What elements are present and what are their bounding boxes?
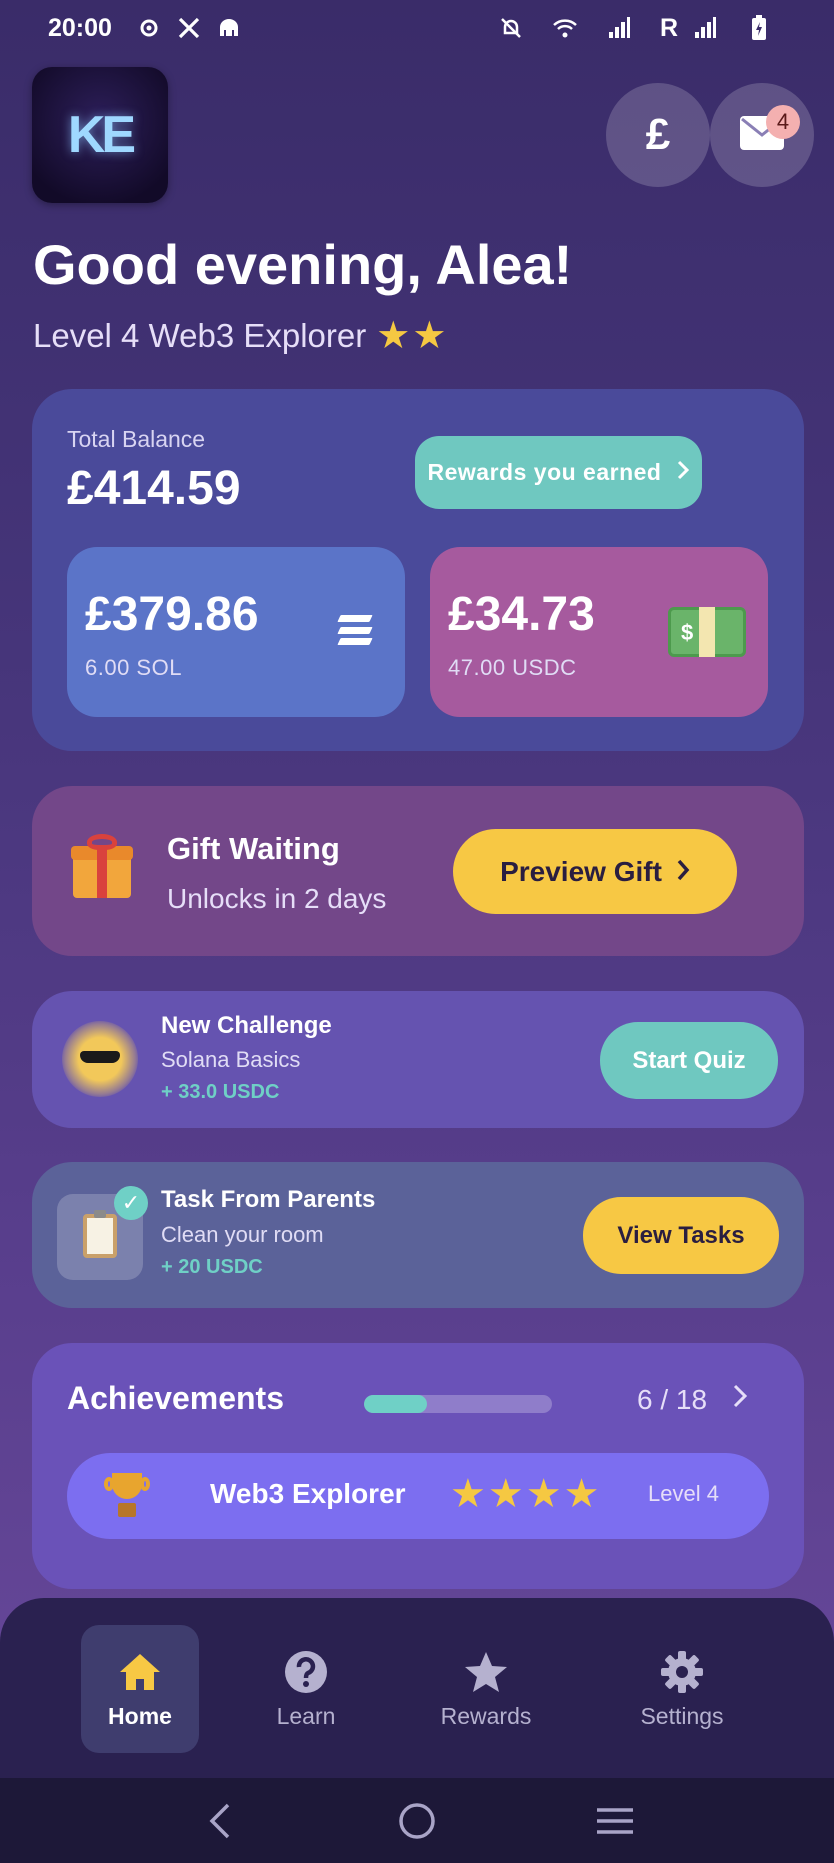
gear-icon <box>136 15 162 41</box>
nav-label-rewards: Rewards <box>440 1702 532 1729</box>
nav-item-home[interactable]: Home <box>81 1625 199 1753</box>
home-icon <box>117 1649 163 1695</box>
trophy-icon <box>104 1473 150 1519</box>
task-card: ✓ Task From Parents Clean your room + 20… <box>32 1162 804 1308</box>
currency-symbol: £ <box>645 110 671 159</box>
level-line: Level 4 Web3 Explorer ★★ <box>33 313 448 358</box>
view-tasks-button[interactable]: View Tasks <box>583 1197 779 1274</box>
rewards-earned-label: Rewards you earned <box>427 459 662 485</box>
ghost-icon <box>216 15 242 41</box>
status-bar: 20:00 R <box>0 0 834 56</box>
nav-label-settings: Settings <box>640 1702 724 1729</box>
wifi-icon <box>552 15 578 41</box>
achievements-card[interactable]: Achievements 6 / 18 Web3 Explorer ★★★★ L… <box>32 1343 804 1589</box>
battery-icon <box>746 15 772 41</box>
chevron-right-icon <box>676 856 690 888</box>
task-reward: + 20 USDC <box>161 1256 263 1278</box>
bottom-nav: Home Learn Rewards Settings <box>0 1598 834 1778</box>
chevron-right-icon <box>677 459 690 486</box>
clipboard-icon: ✓ <box>57 1186 148 1280</box>
nav-item-learn[interactable]: Learn <box>247 1625 365 1753</box>
challenge-title: New Challenge <box>161 1012 332 1039</box>
start-quiz-button[interactable]: Start Quiz <box>600 1022 778 1099</box>
system-nav-bar <box>0 1778 834 1863</box>
sol-balance-card[interactable]: £379.86 6.00 SOL <box>67 547 405 717</box>
gift-subtitle: Unlocks in 2 days <box>167 883 387 914</box>
check-icon: ✓ <box>114 1186 148 1220</box>
gift-title: Gift Waiting <box>167 831 340 866</box>
gear-icon <box>659 1649 705 1695</box>
achievement-level: Level 4 <box>648 1481 719 1506</box>
help-circle-icon <box>283 1649 329 1695</box>
balance-card: Total Balance £414.59 Rewards you earned… <box>32 389 804 751</box>
signal-icon-2 <box>692 15 718 41</box>
balance-label: Total Balance <box>67 426 206 452</box>
logo-text: KE <box>67 106 136 164</box>
recents-icon[interactable] <box>585 1791 645 1851</box>
nav-label-home: Home <box>108 1702 172 1729</box>
rewards-earned-button[interactable]: Rewards you earned <box>415 436 702 509</box>
status-time: 20:00 <box>48 13 112 42</box>
nav-item-settings[interactable]: Settings <box>623 1625 741 1753</box>
currency-button[interactable]: £ <box>606 83 710 187</box>
greeting-title: Good evening, Alea! <box>33 233 573 296</box>
task-title: Task From Parents <box>161 1186 376 1213</box>
achievements-progress-bar <box>364 1395 552 1413</box>
gift-icon <box>71 834 133 898</box>
nav-item-rewards[interactable]: Rewards <box>427 1625 545 1753</box>
task-subtitle: Clean your room <box>161 1222 324 1247</box>
usdc-amount: 47.00 USDC <box>448 655 577 680</box>
challenge-card: New Challenge Solana Basics + 33.0 USDC … <box>32 991 804 1128</box>
home-circle-icon[interactable] <box>387 1791 447 1851</box>
roaming-indicator: R <box>659 13 678 42</box>
nav-label-learn: Learn <box>276 1702 336 1729</box>
solana-icon <box>337 615 373 645</box>
sunglasses-face-icon <box>62 1021 138 1097</box>
balance-value: £414.59 <box>67 462 241 515</box>
signal-icon <box>606 15 632 41</box>
chevron-right-icon[interactable] <box>732 1379 748 1418</box>
mail-button[interactable]: 4 <box>710 83 814 187</box>
level-stars: ★★ <box>376 315 449 357</box>
sol-amount: 6.00 SOL <box>85 655 182 680</box>
gift-card: Gift Waiting Unlocks in 2 days Preview G… <box>32 786 804 956</box>
challenge-subtitle: Solana Basics <box>161 1047 301 1072</box>
mail-badge: 4 <box>766 105 800 139</box>
back-icon[interactable] <box>189 1791 249 1851</box>
cash-icon: $ <box>668 607 746 657</box>
achievements-title: Achievements <box>67 1380 284 1416</box>
challenge-reward: + 33.0 USDC <box>161 1081 280 1103</box>
achievement-stars: ★★★★ <box>450 1472 602 1516</box>
app-logo: KE <box>32 67 168 203</box>
achievement-name: Web3 Explorer <box>210 1478 406 1509</box>
usdc-value: £34.73 <box>448 588 595 641</box>
usdc-balance-card[interactable]: £34.73 47.00 USDC $ <box>430 547 768 717</box>
level-text: Level 4 Web3 Explorer <box>33 316 367 354</box>
achievement-badge[interactable]: Web3 Explorer ★★★★ Level 4 <box>67 1453 769 1539</box>
preview-gift-label: Preview Gift <box>500 855 662 887</box>
mute-bell-icon <box>498 15 524 41</box>
sol-value: £379.86 <box>85 588 259 641</box>
achievements-progress-text: 6 / 18 <box>637 1384 708 1415</box>
star-icon <box>463 1649 509 1695</box>
achievements-progress-fill <box>364 1395 427 1413</box>
preview-gift-button[interactable]: Preview Gift <box>453 829 737 914</box>
x-logo-icon <box>176 15 202 41</box>
